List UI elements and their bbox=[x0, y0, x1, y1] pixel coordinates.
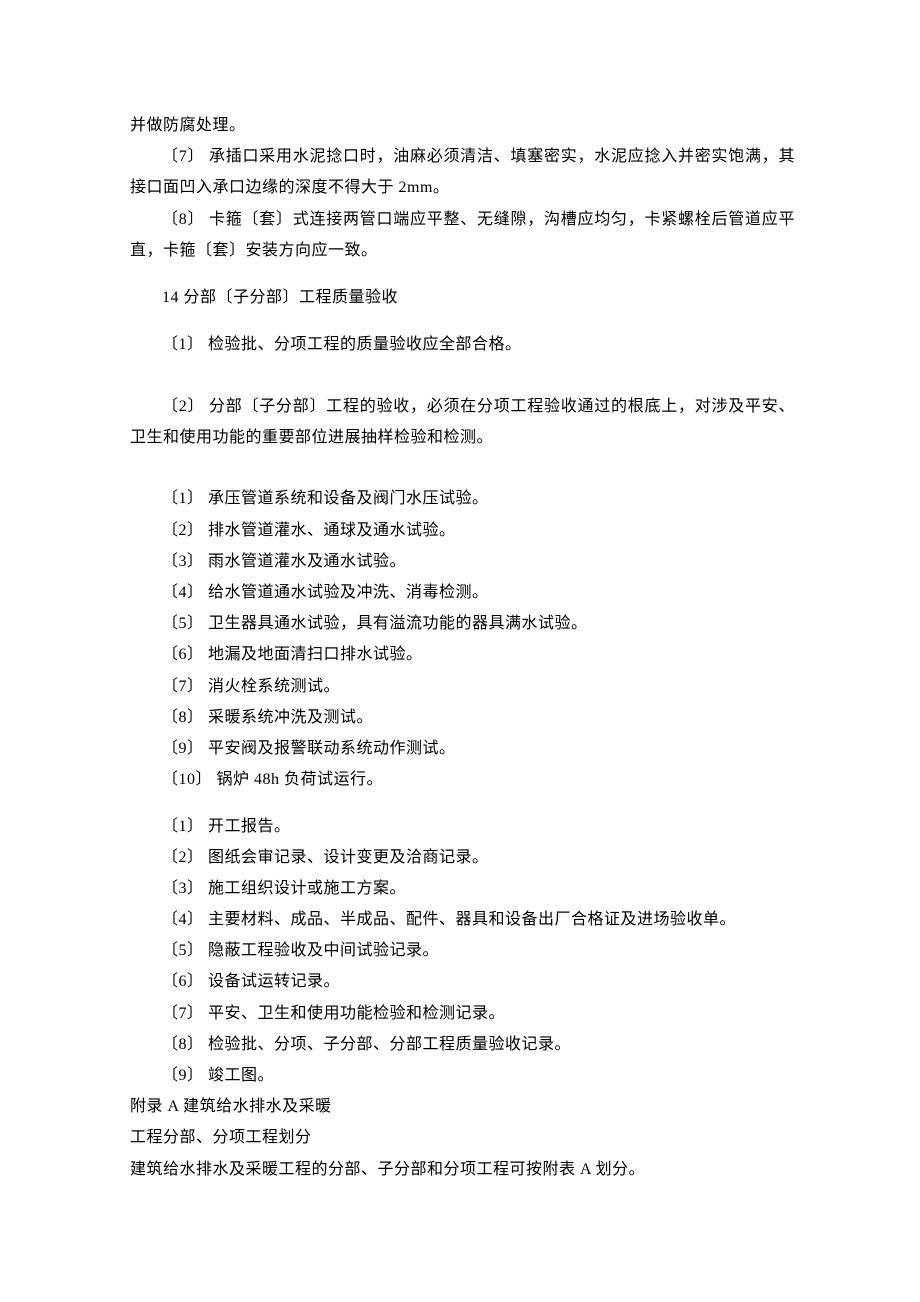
list-a-item-7: 〔7〕 消火栓系统测试。 bbox=[130, 671, 795, 702]
list-a-item-4: 〔4〕 给水管道通水试验及冲洗、消毒检测。 bbox=[130, 577, 795, 608]
section-14-item-1: 〔1〕 检验批、分项工程的质量验收应全部合格。 bbox=[130, 329, 795, 360]
list-a-item-1: 〔1〕 承压管道系统和设备及阀门水压试验。 bbox=[130, 483, 795, 514]
list-a-item-2: 〔2〕 排水管道灌水、通球及通水试验。 bbox=[130, 515, 795, 546]
list-b: 〔1〕 开工报告。 〔2〕 图纸会审记录、设计变更及洽商记录。 〔3〕 施工组织… bbox=[130, 811, 795, 1092]
list-a-item-6: 〔6〕 地漏及地面清扫口排水试验。 bbox=[130, 639, 795, 670]
list-b-item-3: 〔3〕 施工组织设计或施工方案。 bbox=[130, 873, 795, 904]
list-a-item-3: 〔3〕 雨水管道灌水及通水试验。 bbox=[130, 546, 795, 577]
list-a-item-5: 〔5〕 卫生器具通水试验，具有溢流功能的器具满水试验。 bbox=[130, 608, 795, 639]
section-14-heading: 14 分部〔子分部〕工程质量验收 bbox=[130, 282, 795, 313]
intro-line-1: 并做防腐处理。 bbox=[130, 110, 795, 141]
section-14-item-2: 〔2〕 分部〔子分部〕工程的验收，必须在分项工程验收通过的根底上，对涉及平安、卫… bbox=[130, 391, 795, 453]
list-b-item-6: 〔6〕 设备试运转记录。 bbox=[130, 966, 795, 997]
list-a-item-8: 〔8〕 采暖系统冲洗及测试。 bbox=[130, 702, 795, 733]
list-b-item-5: 〔5〕 隐蔽工程验收及中间试验记录。 bbox=[130, 935, 795, 966]
appendix-line-3: 建筑给水排水及采暖工程的分部、子分部和分项工程可按附表 A 划分。 bbox=[130, 1154, 795, 1185]
list-b-item-4: 〔4〕 主要材料、成品、半成品、配件、器具和设备出厂合格证及进场验收单。 bbox=[130, 904, 795, 935]
list-b-item-2: 〔2〕 图纸会审记录、设计变更及洽商记录。 bbox=[130, 842, 795, 873]
appendix-line-2: 工程分部、分项工程划分 bbox=[130, 1122, 795, 1153]
list-b-item-1: 〔1〕 开工报告。 bbox=[130, 811, 795, 842]
appendix-line-1: 附录 A 建筑给水排水及采暖 bbox=[130, 1091, 795, 1122]
list-b-item-8: 〔8〕 检验批、分项、子分部、分部工程质量验收记录。 bbox=[130, 1029, 795, 1060]
list-b-item-9: 〔9〕 竣工图。 bbox=[130, 1060, 795, 1091]
list-a-item-10: 〔10〕 锅炉 48h 负荷试运行。 bbox=[130, 764, 795, 795]
intro-item-7: 〔7〕 承插口采用水泥捻口时，油麻必须清洁、填塞密实，水泥应捻入并密实饱满，其接… bbox=[130, 141, 795, 203]
intro-item-8: 〔8〕 卡箍〔套〕式连接两管口端应平整、无缝隙，沟槽应均匀，卡紧螺栓后管道应平直… bbox=[130, 204, 795, 266]
list-b-item-7: 〔7〕 平安、卫生和使用功能检验和检测记录。 bbox=[130, 998, 795, 1029]
list-a-item-9: 〔9〕 平安阀及报警联动系统动作测试。 bbox=[130, 733, 795, 764]
list-a: 〔1〕 承压管道系统和设备及阀门水压试验。 〔2〕 排水管道灌水、通球及通水试验… bbox=[130, 483, 795, 795]
